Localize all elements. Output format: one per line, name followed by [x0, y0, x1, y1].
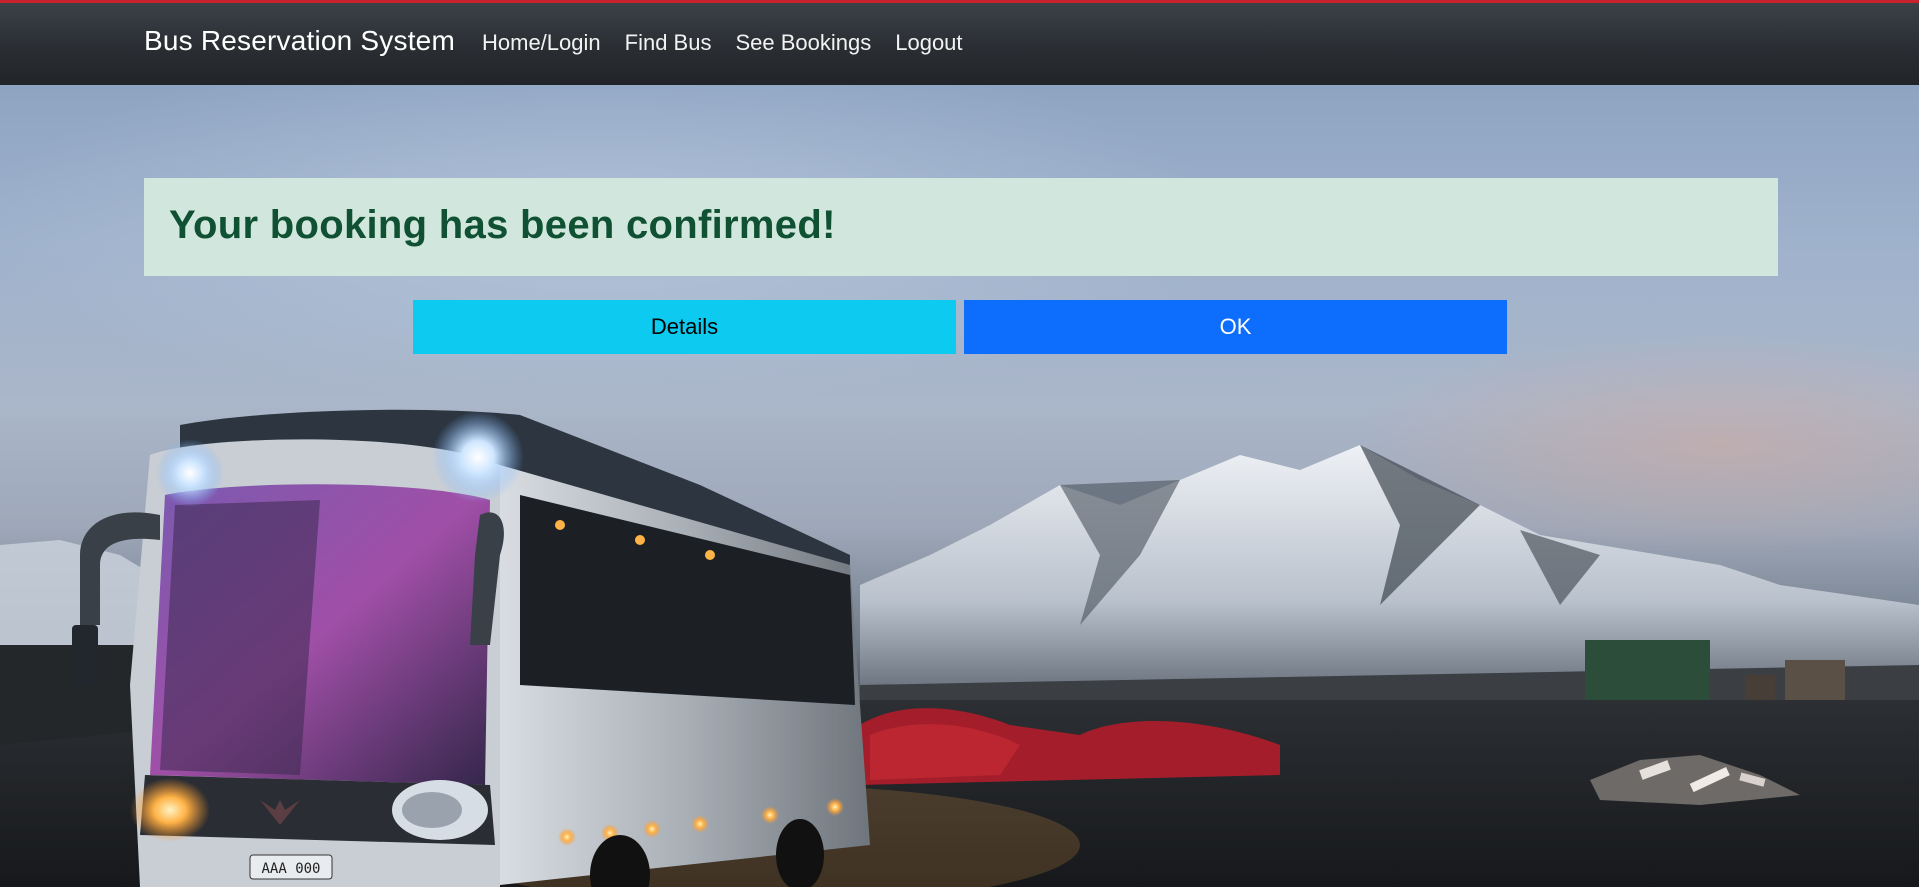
top-navbar: Bus Reservation System Home/Login Find B… [0, 0, 1919, 85]
brand-link[interactable]: Bus Reservation System [144, 25, 455, 57]
nav-home-login-link[interactable]: Home/Login [482, 30, 601, 56]
nav-see-bookings-link[interactable]: See Bookings [735, 30, 871, 56]
nav-links: Home/Login Find Bus See Bookings Logout [482, 30, 963, 56]
nav-find-bus-link[interactable]: Find Bus [625, 30, 712, 56]
ok-button[interactable]: OK [964, 300, 1507, 354]
license-plate-text: AAA 000 [261, 861, 320, 877]
nav-logout-link[interactable]: Logout [895, 30, 962, 56]
booking-confirmed-alert: Your booking has been confirmed! [144, 178, 1778, 276]
alert-message: Your booking has been confirmed! [169, 203, 836, 247]
details-button[interactable]: Details [413, 300, 956, 354]
